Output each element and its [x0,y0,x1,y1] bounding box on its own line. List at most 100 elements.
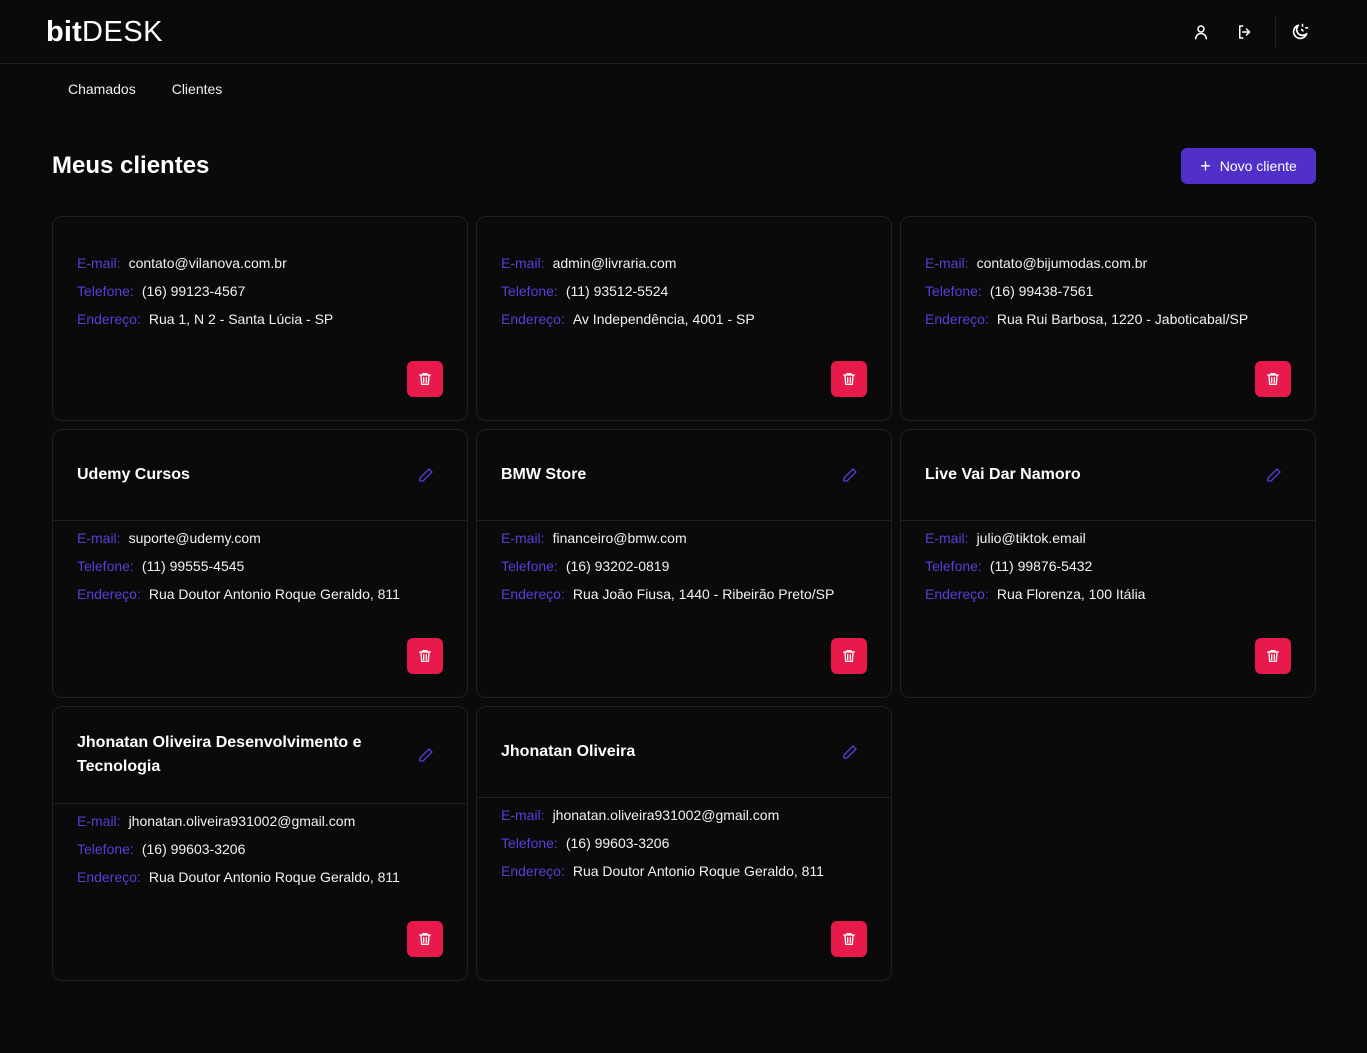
client-email-row: E-mail: financeiro@bmw.com [501,524,867,552]
client-phone: (11) 99876-5432 [989,558,1093,574]
edit-pencil-icon[interactable] [417,466,435,484]
client-email: suporte@udemy.com [128,530,261,546]
client-card-body: E-mail: contato@vilanova.com.br Telefone: (… [53,217,467,333]
client-card-header: BMW Store [477,430,891,521]
client-phone: (16) 99123-4567 [141,283,246,299]
client-card: BMW Store E-mail: financeiro@bmw.com Telefo… [476,429,892,698]
edit-pencil-icon[interactable] [841,466,859,484]
client-card-body: E-mail: admin@livraria.com Telefone: (11) 9… [477,217,891,333]
email-label: E-mail: [77,813,121,829]
email-label: E-mail: [501,807,545,823]
app-logo[interactable]: bitDESK [46,16,163,48]
email-label: E-mail: [501,255,545,271]
page-title: Meus clientes [52,152,210,179]
delete-button[interactable] [831,921,867,957]
client-email-row: E-mail: jhonatan.oliveira931002@gmail.com [501,801,867,829]
client-card-body: E-mail: jhonatan.oliveira931002@gmail.com… [53,804,467,891]
client-phone-row: Telefone: (16) 99603-3206 [501,829,867,857]
delete-button[interactable] [1255,361,1291,397]
client-name: Jhonatan Oliveira [501,743,636,760]
trash-icon [417,931,433,947]
delete-button[interactable] [831,361,867,397]
client-card-header: Jhonatan Oliveira [477,707,891,798]
client-address: Rua Florenza, 100 Itália [996,586,1146,602]
nav-item-clientes[interactable]: Clientes [156,78,239,102]
client-card-body: E-mail: jhonatan.oliveira931002@gmail.com… [477,798,891,885]
trash-icon [1265,371,1281,387]
theme-toggle-icon[interactable] [1287,19,1313,45]
delete-button[interactable] [407,638,443,674]
phone-label: Telefone: [501,558,558,574]
phone-label: Telefone: [925,283,982,299]
client-phone-row: Telefone: (16) 99123-4567 [77,277,443,305]
client-email-row: E-mail: contato@vilanova.com.br [77,249,443,277]
phone-label: Telefone: [925,558,982,574]
client-phone: (11) 99555-4545 [141,558,245,574]
client-email: contato@vilanova.com.br [128,255,287,271]
client-card: Udemy Cursos E-mail: suporte@udemy.com Tele… [52,429,468,698]
email-label: E-mail: [925,255,969,271]
trash-icon [1265,648,1281,664]
client-address-row: Endereço: Rua Florenza, 100 Itália [925,580,1291,608]
phone-label: Telefone: [77,558,134,574]
client-card: E-mail: admin@livraria.com Telefone: (11) 9… [476,216,892,421]
client-email: contato@bijumodas.com.br [976,255,1148,271]
address-label: Endereço: [925,311,989,327]
client-address: Av Independência, 4001 - SP [572,311,755,327]
client-phone-row: Telefone: (16) 99603-3206 [77,835,443,863]
logout-icon[interactable] [1233,20,1257,44]
client-email-row: E-mail: julio@tiktok.email [925,524,1291,552]
client-phone: (16) 93202-0819 [565,558,670,574]
client-phone-row: Telefone: (11) 99876-5432 [925,552,1291,580]
header-divider [1275,16,1276,48]
client-phone-row: Telefone: (11) 99555-4545 [77,552,443,580]
client-card-body: E-mail: financeiro@bmw.com Telefone: (16) 9… [477,521,891,608]
client-email: julio@tiktok.email [976,530,1086,546]
delete-button[interactable] [407,921,443,957]
delete-button[interactable] [1255,638,1291,674]
phone-label: Telefone: [77,283,134,299]
client-phone-row: Telefone: (16) 99438-7561 [925,277,1291,305]
client-card: E-mail: contato@vilanova.com.br Telefone: (… [52,216,468,421]
client-email: jhonatan.oliveira931002@gmail.com [552,807,780,823]
client-address-row: Endereço: Rua Doutor Antonio Roque Gerald… [77,580,443,608]
new-client-button[interactable]: + Novo cliente [1181,148,1316,184]
client-address: Rua João Fiusa, 1440 - Ribeirão Preto/SP [572,586,835,602]
logo-thin-text: DESK [82,16,164,48]
edit-pencil-icon[interactable] [841,743,859,761]
trash-icon [417,371,433,387]
delete-button[interactable] [831,638,867,674]
client-email-row: E-mail: jhonatan.oliveira931002@gmail.com [77,807,443,835]
plus-icon: + [1200,156,1211,176]
delete-button[interactable] [407,361,443,397]
main-nav: Chamados Clientes [52,78,242,102]
trash-icon [417,648,433,664]
client-name: BMW Store [501,466,587,483]
edit-pencil-icon[interactable] [1265,466,1283,484]
edit-pencil-icon[interactable] [417,746,435,764]
client-card: Jhonatan Oliveira E-mail: jhonatan.oliveir… [476,706,892,981]
client-address: Rua Doutor Antonio Roque Geraldo, 811 [148,869,400,885]
client-phone: (11) 93512-5524 [565,283,669,299]
nav-item-chamados[interactable]: Chamados [52,78,152,102]
client-card-body: E-mail: julio@tiktok.email Telefone: (11) 9… [901,521,1315,608]
address-label: Endereço: [501,586,565,602]
phone-label: Telefone: [501,283,558,299]
email-label: E-mail: [77,255,121,271]
address-label: Endereço: [77,311,141,327]
trash-icon [841,931,857,947]
client-card-body: E-mail: contato@bijumodas.com.br Telefone:… [901,217,1315,333]
trash-icon [841,371,857,387]
client-address: Rua Doutor Antonio Roque Geraldo, 811 [148,586,400,602]
user-icon[interactable] [1189,20,1213,44]
phone-label: Telefone: [501,835,558,851]
client-card-body: E-mail: suporte@udemy.com Telefone: (11) 99… [53,521,467,608]
client-address-row: Endereço: Rua Rui Barbosa, 1220 - Jabotic… [925,305,1291,333]
email-label: E-mail: [925,530,969,546]
client-address-row: Endereço: Rua João Fiusa, 1440 - Ribeirão… [501,580,867,608]
address-label: Endereço: [501,311,565,327]
address-label: Endereço: [77,586,141,602]
client-email-row: E-mail: contato@bijumodas.com.br [925,249,1291,277]
new-client-button-label: Novo cliente [1219,158,1297,174]
phone-label: Telefone: [77,841,134,857]
